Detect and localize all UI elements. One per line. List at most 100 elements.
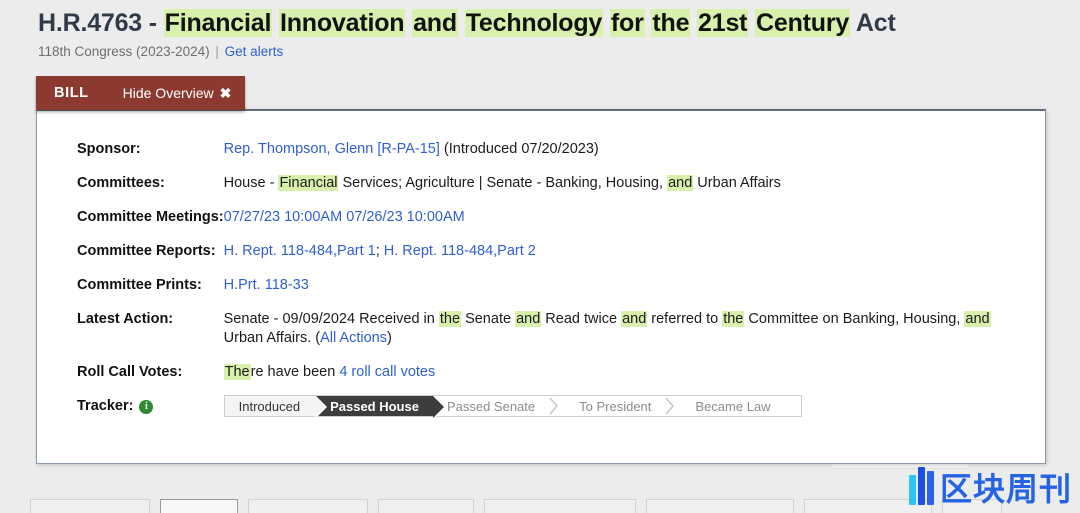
table-row-roll-call-votes: Roll Call Votes: There have been 4 roll … — [77, 363, 994, 397]
bill-tab-label: BILL — [54, 85, 89, 101]
latest-action-highlight-the-2: the — [722, 311, 745, 327]
committee-meetings-label: Committee Meetings: — [77, 209, 224, 225]
latest-action-highlight-and-3: and — [964, 311, 991, 327]
title-text-7 — [603, 9, 610, 37]
bill-subtitle: 118th Congress (2023-2024) | Get alerts — [38, 44, 1080, 60]
title-highlight-technology: Technology — [464, 9, 604, 37]
table-row-committee-prints: Committee Prints: H.Prt. 118-33 — [77, 276, 994, 310]
bottom-tab-3[interactable] — [248, 499, 368, 513]
latest-action-value: Senate - 09/09/2024 Received in the Sena… — [224, 310, 994, 363]
committee-reports-label: Committee Reports: — [77, 243, 216, 259]
committees-text-pre: House - — [223, 175, 279, 191]
bottom-tab-5[interactable] — [484, 499, 636, 513]
bill-progress-tracker: Introduced Passed House Passed Senate To Pr… — [223, 395, 802, 418]
title-text-15: Act — [850, 9, 896, 37]
title-highlight-and: and — [412, 9, 458, 37]
bill-title-text: Financial Innovation and Technology for … — [163, 9, 896, 37]
committee-report-link-2[interactable]: H. Rept. 118-484,Part 2 — [384, 243, 536, 259]
hide-overview-button[interactable]: Hide Overview ✖ — [123, 85, 232, 102]
latest-action-p7: ) — [387, 330, 392, 346]
committee-report-link-1[interactable]: H. Rept. 118-484,Part 1 — [224, 243, 376, 259]
committees-text-mid: Services; Agriculture | Senate - Banking… — [338, 175, 668, 191]
committees-value: House - Financial Services; Agriculture … — [224, 174, 994, 208]
bill-overview-card: BILL Hide Overview ✖ Sponsor: Rep. Thomps… — [36, 76, 1046, 464]
tracker-value-cell: Introduced Passed House Passed Senate To Pr… — [223, 395, 994, 432]
latest-action-p5: Committee on Banking, Housing, — [744, 311, 965, 327]
card-body: Sponsor: Rep. Thompson, Glenn [R-PA-15] … — [36, 109, 1046, 464]
sponsor-value: Rep. Thompson, Glenn [R-PA-15] (Introduc… — [224, 140, 994, 174]
tracker-step-introduced: Introduced — [224, 396, 328, 418]
committee-print-link[interactable]: H.Prt. 118-33 — [224, 277, 309, 293]
latest-action-p3: Read twice — [541, 311, 622, 327]
committees-text-post: Urban Affairs — [693, 175, 781, 191]
hide-overview-label: Hide Overview — [122, 84, 214, 101]
all-actions-link[interactable]: All Actions — [320, 330, 387, 346]
congress-label: 118th Congress (2023-2024) — [38, 44, 210, 59]
committees-highlight-and: and — [667, 175, 694, 191]
latest-action-highlight-and-1: and — [515, 311, 542, 327]
bottom-tab-1[interactable] — [30, 499, 150, 513]
bottom-tab-strip — [30, 499, 1002, 513]
reports-separator: ; — [375, 243, 384, 259]
table-row-committee-reports: Committee Reports: H. Rept. 118-484,Part… — [77, 242, 994, 276]
page-title: H.R.4763 - Financial Innovation and Tech… — [38, 8, 1080, 38]
title-highlight-innovation: Innovation — [278, 9, 406, 37]
title-text-5 — [458, 9, 465, 37]
committee-meeting-link-2[interactable]: 07/26/23 10:00AM — [346, 209, 465, 225]
roll-call-votes-value: There have been 4 roll call votes — [223, 363, 994, 397]
tracker-step-passed-senate: Passed Senate — [446, 398, 536, 414]
tracker-step-passed-house: Passed House — [316, 396, 446, 418]
title-highlight-the: the — [651, 9, 691, 37]
table-row-tracker: Tracker: i Introduced Passed House Passed … — [77, 395, 994, 432]
tracker-step-became-law: Became Law — [695, 398, 771, 414]
latest-action-highlight-and-2: and — [621, 311, 648, 327]
roll-call-votes-label: Roll Call Votes: — [77, 364, 183, 380]
title-text-1 — [272, 9, 279, 37]
latest-action-p4: referred to — [647, 311, 723, 327]
chevron-right-icon — [549, 396, 565, 416]
committee-prints-label: Committee Prints: — [77, 277, 202, 293]
committee-meetings-value: 07/27/23 10:00AM 07/26/23 10:00AM — [224, 208, 994, 242]
bottom-tab-4[interactable] — [378, 499, 474, 513]
sponsor-link[interactable]: Rep. Thompson, Glenn [R-PA-15] — [224, 141, 440, 157]
roll-call-votes-link[interactable]: 4 roll call votes — [339, 364, 435, 380]
watermark-mark-icon — [908, 467, 934, 505]
roll-call-text: re have been — [250, 364, 340, 380]
page-header: H.R.4763 - Financial Innovation and Tech… — [0, 0, 1080, 60]
committees-highlight-financial: Financial — [278, 175, 339, 191]
bottom-tab-6[interactable] — [646, 499, 794, 513]
table-row-sponsor: Sponsor: Rep. Thompson, Glenn [R-PA-15] … — [77, 140, 994, 174]
get-alerts-link[interactable]: Get alerts — [225, 44, 284, 59]
tracker-label-cell: Tracker: i — [77, 397, 224, 432]
title-highlight-for: for — [609, 9, 645, 37]
table-row-committee-meetings: Committee Meetings: 07/27/23 10:00AM 07/… — [77, 208, 994, 242]
info-icon[interactable]: i — [139, 399, 154, 414]
subtitle-separator: | — [215, 44, 219, 59]
latest-action-highlight-the-1: the — [438, 311, 462, 327]
watermark-text: 区块周刊 — [939, 470, 1072, 508]
committees-label: Committees: — [77, 175, 165, 191]
bill-details-table: Sponsor: Rep. Thompson, Glenn [R-PA-15] … — [77, 140, 994, 432]
close-icon: ✖ — [219, 84, 232, 101]
chevron-right-icon — [665, 396, 681, 416]
tracker-label: Tracker: — [77, 398, 134, 414]
bill-number: H.R.4763 - — [38, 9, 164, 37]
latest-action-label: Latest Action: — [77, 311, 174, 327]
roll-call-highlight-the: The — [223, 364, 251, 380]
title-highlight-century: Century — [755, 9, 851, 37]
latest-action-p2: Senate — [461, 311, 516, 327]
committee-prints-value: H.Prt. 118-33 — [224, 276, 994, 310]
title-highlight-21st: 21st — [697, 9, 749, 37]
card-header-tab: BILL Hide Overview ✖ — [36, 76, 246, 110]
sponsor-label: Sponsor: — [77, 141, 141, 157]
bottom-tab-2-active[interactable] — [160, 499, 238, 513]
committee-meeting-link-1[interactable]: 07/27/23 10:00AM — [224, 209, 343, 225]
table-row-latest-action: Latest Action: Senate - 09/09/2024 Recei… — [77, 310, 994, 363]
sponsor-introduced-date: (Introduced 07/20/2023) — [439, 141, 599, 157]
watermark-logo: 区块周刊 — [908, 467, 1072, 508]
tracker-step-to-president: To President — [579, 398, 652, 414]
committee-reports-value: H. Rept. 118-484,Part 1; H. Rept. 118-48… — [224, 242, 994, 276]
title-highlight-financial: Financial — [163, 9, 273, 37]
latest-action-p1: Senate - 09/09/2024 Received in — [223, 311, 439, 327]
table-row-committees: Committees: House - Financial Services; … — [77, 174, 994, 208]
